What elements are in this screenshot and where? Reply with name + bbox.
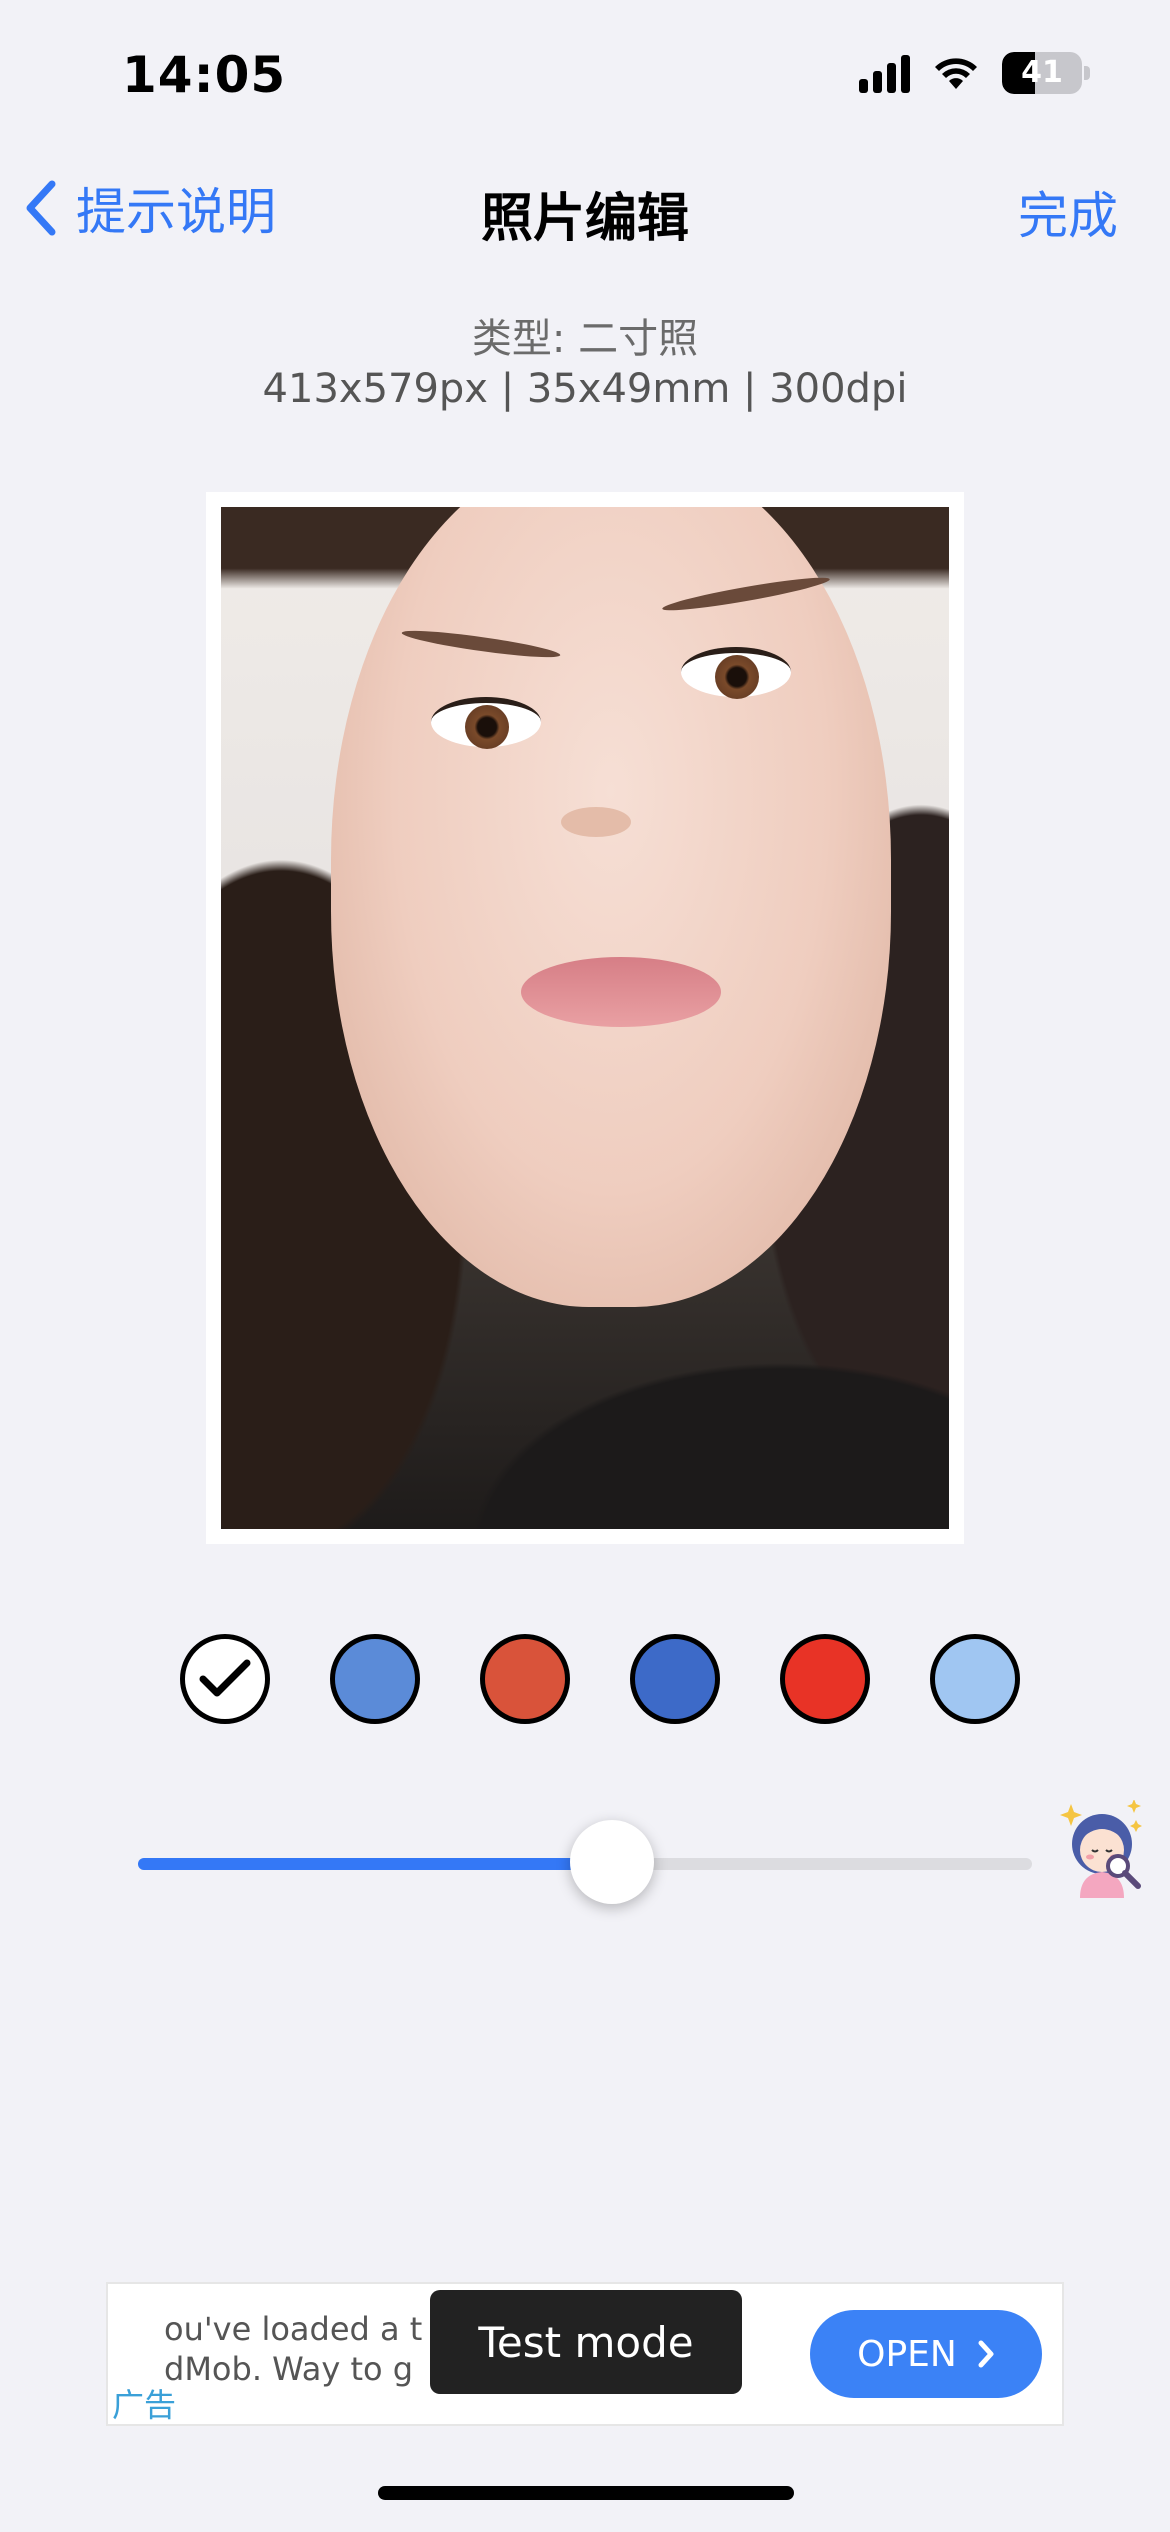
status-time: 14:05 bbox=[122, 46, 287, 104]
chevron-right-icon bbox=[978, 2340, 994, 2368]
ad-label: 广告 bbox=[112, 2386, 177, 2424]
adjust-slider-fill bbox=[138, 1858, 612, 1870]
checkmark-icon bbox=[199, 1659, 251, 1697]
done-button[interactable]: 完成 bbox=[1018, 176, 1118, 248]
status-icons: 41 bbox=[859, 52, 1090, 94]
color-swatch-light-blue[interactable] bbox=[930, 1634, 1020, 1724]
photo-type-label: 类型: 二寸照 bbox=[471, 316, 699, 362]
wifi-icon bbox=[932, 55, 980, 91]
color-swatch-red[interactable] bbox=[780, 1634, 870, 1724]
color-swatch-white[interactable] bbox=[180, 1634, 270, 1724]
portrait-photo bbox=[221, 507, 949, 1529]
photo-preview-frame bbox=[206, 492, 964, 1544]
color-swatch-red-orange[interactable] bbox=[480, 1634, 570, 1724]
background-color-picker bbox=[180, 1634, 1020, 1724]
ad-open-label: OPEN bbox=[857, 2333, 957, 2375]
test-mode-badge: Test mode bbox=[430, 2290, 742, 2394]
battery-icon: 41 bbox=[1002, 52, 1090, 94]
adjust-slider-thumb[interactable] bbox=[569, 1820, 654, 1904]
color-swatch-dark-blue[interactable] bbox=[630, 1634, 720, 1724]
photo-spec-label: 413x579px | 35x49mm | 300dpi bbox=[262, 366, 908, 412]
beauty-girl-icon[interactable] bbox=[1058, 1799, 1148, 1900]
ad-text-line-2: dMob. Way to g bbox=[164, 2350, 414, 2388]
ad-open-button[interactable]: OPEN bbox=[810, 2310, 1042, 2398]
battery-level: 41 bbox=[1021, 55, 1063, 90]
cellular-signal-icon bbox=[859, 53, 910, 93]
color-swatch-blue[interactable] bbox=[330, 1634, 420, 1724]
ad-text-line-1: ou've loaded a t bbox=[164, 2310, 423, 2348]
page-title: 照片编辑 bbox=[480, 189, 689, 249]
home-indicator[interactable] bbox=[378, 2486, 794, 2500]
